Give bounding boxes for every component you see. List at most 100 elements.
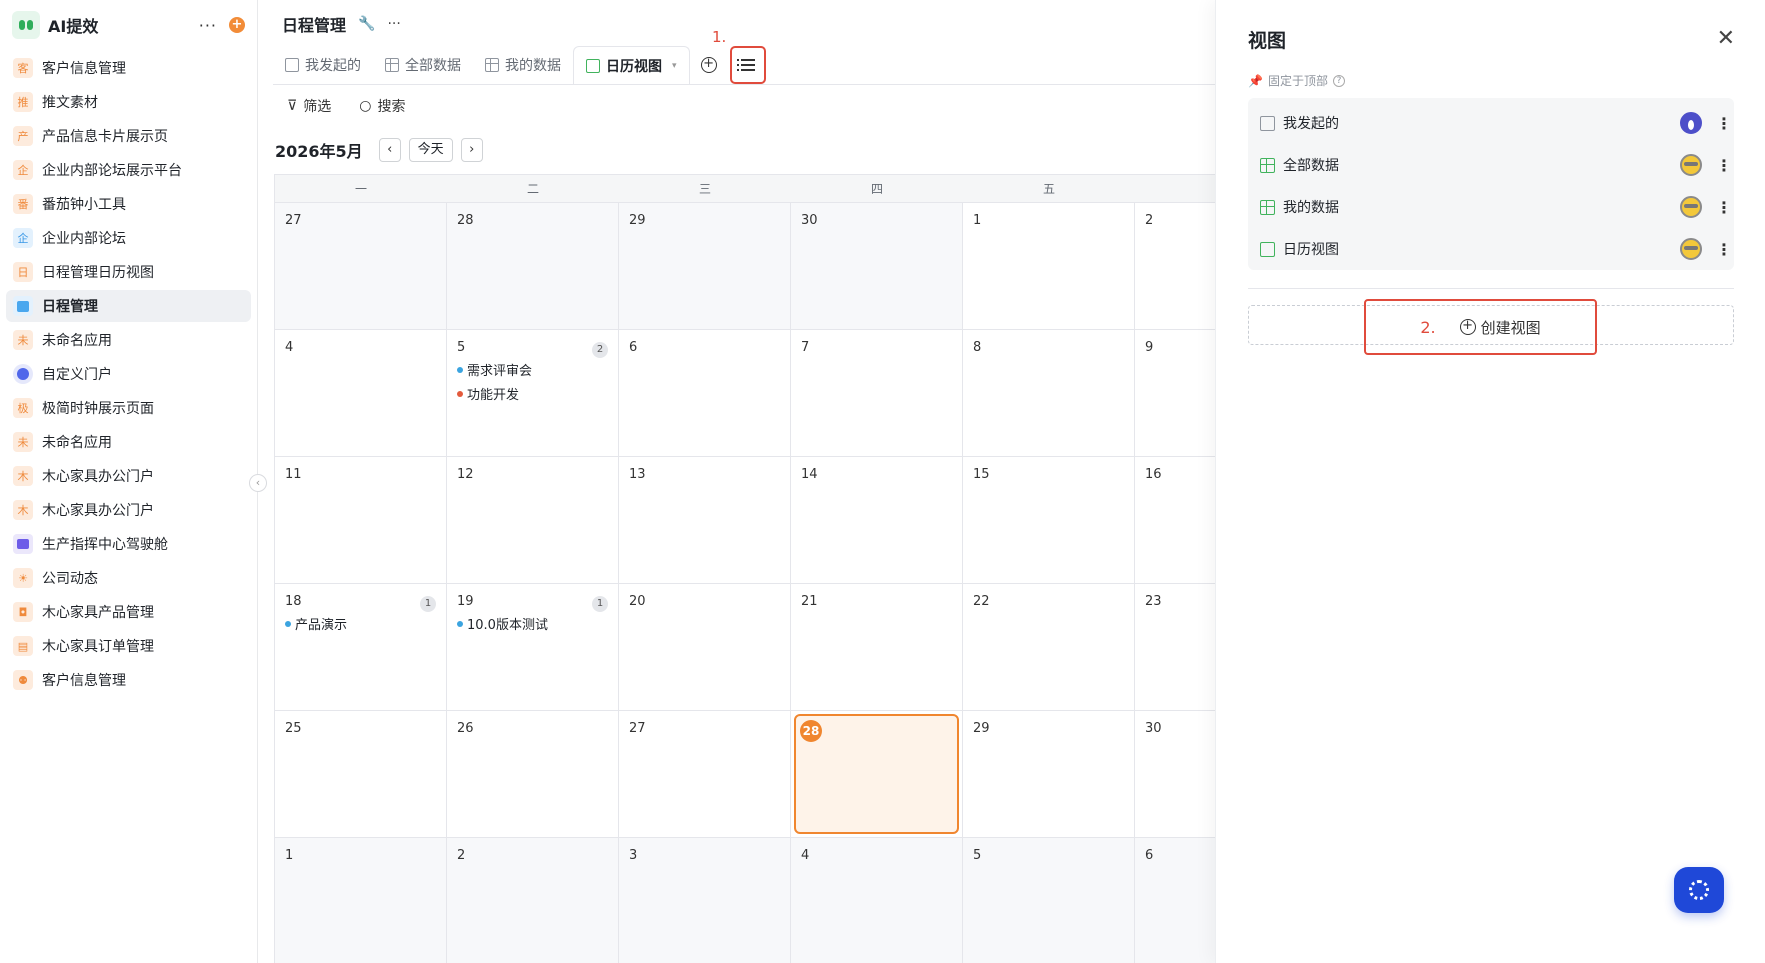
calendar-day-cell[interactable]: 5 (963, 838, 1135, 963)
calendar-day-cell[interactable]: 7 (791, 330, 963, 457)
view-row[interactable]: 全部数据 ⋮ (1248, 144, 1734, 186)
calendar-day-cell[interactable]: 4 (275, 330, 447, 457)
sidebar-item[interactable]: 日程管理 (6, 290, 251, 322)
sidebar-item[interactable]: ◘ 木心家具产品管理 (6, 596, 251, 628)
tab-view[interactable]: 日历视图 ▾ (573, 46, 690, 84)
sidebar-item[interactable]: 木木心家具办公门户 (6, 494, 251, 526)
calendar-day-cell[interactable]: 21 (791, 584, 963, 711)
calendar-day-cell[interactable]: 19 1 10.0版本测试 (447, 584, 619, 711)
calendar-day-cell[interactable]: 20 (619, 584, 791, 711)
calendar-day-cell[interactable]: 29 (963, 711, 1135, 838)
form-icon (1260, 115, 1275, 131)
next-month-button[interactable]: › (460, 138, 483, 162)
sidebar-item-label: 木心家具订单管理 (42, 639, 154, 655)
sidebar-item[interactable]: 未未命名应用 (6, 426, 251, 458)
calendar-day-cell[interactable]: 28 (447, 203, 619, 330)
calendar-day-cell[interactable]: 8 (963, 330, 1135, 457)
sidebar-item[interactable]: 企企业内部论坛 (6, 222, 251, 254)
close-icon[interactable]: ✕ (1717, 26, 1735, 51)
search-button[interactable]: ○ 搜索 (359, 96, 405, 116)
help-icon[interactable]: ? (1332, 74, 1345, 87)
more-icon[interactable]: ··· (387, 16, 400, 32)
sidebar-item[interactable]: 木木心家具办公门户 (6, 460, 251, 492)
assistant-fab-button[interactable] (1674, 867, 1724, 913)
calendar-event[interactable]: 需求评审会 (457, 360, 608, 379)
calendar-day-cell[interactable]: 13 (619, 457, 791, 584)
sidebar-item[interactable]: 企企业内部论坛展示平台 (6, 154, 251, 186)
chevron-down-icon[interactable]: ▾ (672, 61, 677, 71)
pinned-section-label: 📌 固定于顶部 ? (1248, 72, 1345, 89)
panel-divider (1248, 288, 1734, 289)
kebab-menu-icon[interactable]: ⋮ (1716, 240, 1732, 259)
app-icon: 日 (13, 262, 33, 282)
weekday-label: 三 (698, 182, 711, 196)
calendar-day-cell[interactable]: 2 (447, 838, 619, 963)
pinned-label: 固定于顶部 (1267, 74, 1328, 88)
kebab-menu-icon[interactable]: ⋮ (1716, 114, 1732, 133)
avatar (1680, 196, 1702, 218)
add-view-button[interactable]: + (690, 46, 728, 84)
app-icon (13, 364, 33, 384)
day-number: 6 (629, 340, 638, 355)
sidebar-item[interactable]: 番番茄钟小工具 (6, 188, 251, 220)
calendar-icon (1260, 241, 1275, 257)
sidebar-item[interactable]: 极极简时钟展示页面 (6, 392, 251, 424)
weekday-label: 四 (870, 182, 883, 196)
filter-button[interactable]: ⊽ 筛选 (287, 96, 331, 116)
sidebar-item[interactable]: 客客户信息管理 (6, 52, 251, 84)
calendar-day-cell[interactable]: 12 (447, 457, 619, 584)
today-button[interactable]: 今天 (408, 138, 453, 162)
calendar-day-cell[interactable]: 30 (791, 203, 963, 330)
calendar-day-cell[interactable]: 27 (619, 711, 791, 838)
calendar-day-cell[interactable]: 6 (619, 330, 791, 457)
calendar-day-cell[interactable]: 4 (791, 838, 963, 963)
calendar-day-cell[interactable]: 26 (447, 711, 619, 838)
create-view-button[interactable]: 2. + 创建视图 (1364, 299, 1597, 355)
calendar-day-cell[interactable]: 5 2 需求评审会 功能开发 (447, 330, 619, 457)
app-icon: ◘ (13, 602, 33, 622)
wrench-icon[interactable]: 🔧 (358, 16, 375, 32)
calendar-day-cell[interactable]: 14 (791, 457, 963, 584)
event-title: 需求评审会 (467, 364, 533, 379)
day-number: 28 (800, 720, 822, 742)
calendar-event[interactable]: 功能开发 (457, 384, 608, 403)
tab-view[interactable]: 我的数据 (473, 46, 573, 84)
add-app-button[interactable]: + (229, 17, 245, 33)
calendar-event[interactable]: 产品演示 (285, 614, 436, 633)
view-row[interactable]: 日历视图 ⋮ (1248, 228, 1734, 270)
kebab-menu-icon[interactable]: ⋮ (1716, 198, 1732, 217)
calendar-day-cell[interactable]: 15 (963, 457, 1135, 584)
calendar-day-cell[interactable]: 28 (791, 711, 963, 838)
calendar-day-cell[interactable]: 18 1 产品演示 (275, 584, 447, 711)
sidebar-item[interactable]: 未未命名应用 (6, 324, 251, 356)
sidebar-item[interactable]: 推推文素材 (6, 86, 251, 118)
day-number: 12 (457, 467, 474, 482)
day-number: 1 (973, 213, 982, 228)
sidebar-item[interactable]: 自定义门户 (6, 358, 251, 390)
sidebar-item[interactable]: 日日程管理日历视图 (6, 256, 251, 288)
view-row[interactable]: 我的数据 ⋮ (1248, 186, 1734, 228)
calendar-day-cell[interactable]: 27 (275, 203, 447, 330)
sidebar-item[interactable]: ▤ 木心家具订单管理 (6, 630, 251, 662)
kebab-menu-icon[interactable]: ⋮ (1716, 156, 1732, 175)
sidebar-item[interactable]: ☀ 公司动态 (6, 562, 251, 594)
tab-view[interactable]: 我发起的 (273, 46, 373, 84)
calendar-day-cell[interactable]: 11 (275, 457, 447, 584)
sidebar-item[interactable]: ⚉ 客户信息管理 (6, 664, 251, 696)
prev-month-button[interactable]: ‹ (378, 138, 401, 162)
calendar-event[interactable]: 10.0版本测试 (457, 614, 608, 633)
tab-label: 全部数据 (405, 58, 461, 74)
calendar-day-cell[interactable]: 29 (619, 203, 791, 330)
calendar-day-cell[interactable]: 22 (963, 584, 1135, 711)
sidebar-item[interactable]: 产产品信息卡片展示页 (6, 120, 251, 152)
calendar-day-cell[interactable]: 25 (275, 711, 447, 838)
calendar-day-cell[interactable]: 1 (275, 838, 447, 963)
tab-view[interactable]: 全部数据 (373, 46, 473, 84)
view-list-button[interactable] (729, 46, 766, 84)
view-row[interactable]: 我发起的 ⋮ (1248, 102, 1734, 144)
calendar-day-cell[interactable]: 3 (619, 838, 791, 963)
more-icon[interactable]: ··· (199, 16, 217, 35)
grid-icon (1260, 157, 1275, 173)
sidebar-item[interactable]: 生产指挥中心驾驶舱 (6, 528, 251, 560)
calendar-day-cell[interactable]: 1 (963, 203, 1135, 330)
